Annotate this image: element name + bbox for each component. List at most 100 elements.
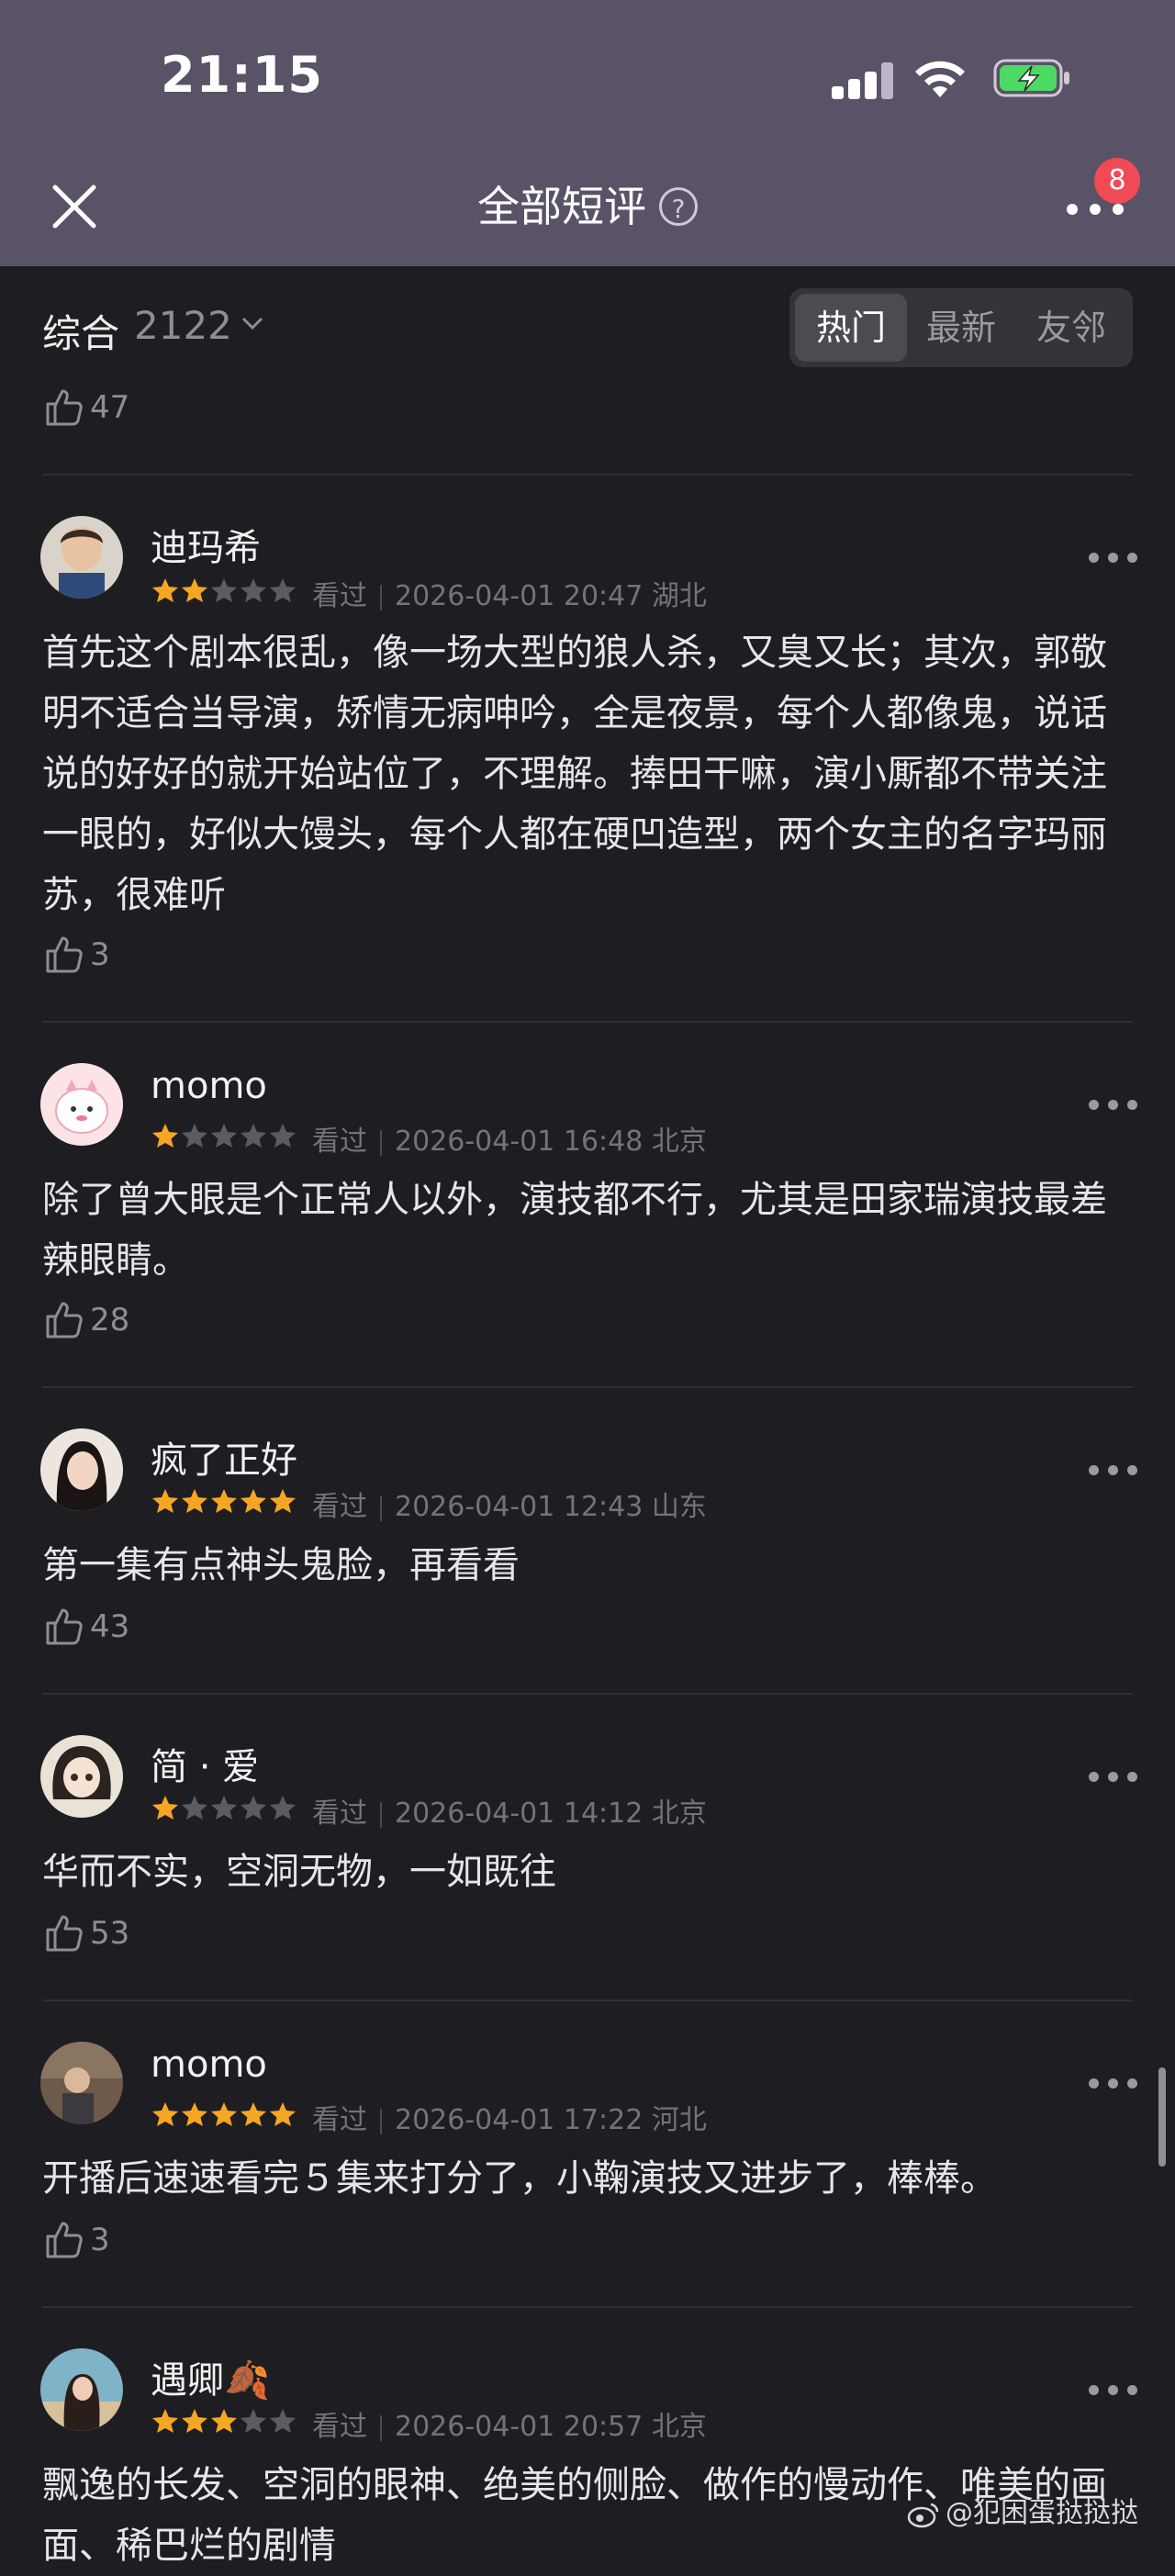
watched-status: 看过: [312, 580, 367, 612]
star-rating: [151, 2100, 297, 2128]
watched-status: 看过: [312, 1491, 367, 1523]
more-options-icon[interactable]: [1089, 2075, 1140, 2093]
like-count: 3: [90, 936, 110, 973]
avatar[interactable]: [40, 516, 123, 599]
user-name[interactable]: 简 · 爱: [151, 1737, 259, 1790]
chevron-down-icon[interactable]: [241, 314, 264, 332]
thumbs-up-icon: [46, 1608, 83, 1645]
page-title: 全部短评: [477, 182, 646, 231]
star-empty-icon: [182, 1124, 207, 1148]
avatar[interactable]: [40, 1428, 123, 1511]
review-location: 山东: [651, 1491, 707, 1523]
like-count: 53: [90, 1915, 130, 1952]
review-location: 湖北: [651, 580, 707, 612]
star-empty-icon: [241, 2409, 266, 2433]
review-meta: 看过 2026-04-01 20:47 湖北: [312, 573, 707, 613]
avatar[interactable]: [40, 2042, 123, 2124]
watermark-text: @犯困蛋挞挞挞: [946, 2497, 1138, 2529]
thumbs-up-icon: [46, 936, 83, 973]
sort-dropdown-label[interactable]: 综合: [42, 303, 119, 359]
cellular-signal-icon: [832, 61, 894, 99]
thumbs-up-icon: [46, 389, 83, 426]
more-options-icon[interactable]: [1089, 2381, 1140, 2400]
top-bar: 21:15 全部短评? 8: [0, 0, 1175, 266]
watched-status: 看过: [312, 2411, 367, 2443]
user-name[interactable]: 遇卿🍂: [151, 2350, 270, 2403]
like-button[interactable]: 3: [42, 2218, 110, 2269]
star-rating: [151, 1487, 297, 1515]
tab-latest[interactable]: 最新: [905, 294, 1017, 362]
tab-friends[interactable]: 友邻: [1015, 294, 1127, 362]
star-rating: [151, 1122, 297, 1149]
thumbs-up-icon: [46, 1915, 83, 1952]
star-filled-icon: [182, 2409, 207, 2433]
like-button[interactable]: 3: [42, 933, 110, 984]
more-options-icon[interactable]: [1089, 1096, 1140, 1114]
star-rating: [151, 577, 297, 604]
more-options-icon[interactable]: [1089, 549, 1140, 567]
watermark: @犯困蛋挞挞挞: [907, 2490, 1138, 2530]
more-options-icon[interactable]: [1089, 1462, 1140, 1480]
divider: [42, 1999, 1133, 2001]
like-button[interactable]: 47: [42, 386, 129, 437]
review-text: 首先这个剧本很乱，像一场大型的狼人杀，又臭又长；其次，郭敬明不适合当导演，矫情无…: [42, 632, 1107, 916]
user-name[interactable]: momo: [151, 2044, 267, 2086]
wifi-icon: [915, 61, 965, 97]
battery-charging-icon: [993, 59, 1069, 97]
review-text: 开播后速速看完５集来打分了，小鞠演技又进步了，棒棒。: [42, 2157, 997, 2200]
more-options-icon[interactable]: [1089, 1768, 1140, 1786]
star-filled-icon: [211, 1489, 237, 1513]
review-meta: 看过 2026-04-01 17:22 河北: [312, 2097, 707, 2137]
review-meta: 看过 2026-04-01 20:57 北京: [312, 2403, 707, 2444]
page-title-group: 全部短评?: [0, 174, 1175, 239]
review-count[interactable]: 2122: [134, 303, 232, 348]
watched-status: 看过: [312, 1126, 367, 1158]
divider: [42, 1386, 1133, 1388]
review-datetime: 2026-04-01 20:57: [395, 2411, 643, 2443]
thumbs-up-icon: [46, 2222, 83, 2258]
star-filled-icon: [182, 2102, 207, 2126]
status-time: 21:15: [161, 46, 323, 104]
star-filled-icon: [152, 1124, 178, 1148]
notification-badge: 8: [1094, 158, 1140, 204]
star-filled-icon: [152, 1489, 178, 1513]
user-name[interactable]: 迪玛希: [151, 518, 261, 571]
review-meta: 看过 2026-04-01 12:43 山东: [312, 1484, 707, 1524]
review-datetime: 2026-04-01 14:12: [395, 1798, 643, 1830]
watched-status: 看过: [312, 1798, 367, 1830]
thumbs-up-icon: [46, 1302, 83, 1338]
help-icon[interactable]: ?: [659, 187, 698, 226]
divider: [42, 2306, 1133, 2308]
review-meta: 看过 2026-04-01 14:12 北京: [312, 1790, 707, 1831]
star-filled-icon: [270, 2102, 296, 2126]
star-filled-icon: [152, 1796, 178, 1820]
star-empty-icon: [270, 578, 296, 602]
star-empty-icon: [241, 578, 266, 602]
user-name[interactable]: momo: [151, 1065, 267, 1107]
tab-hot[interactable]: 热门: [795, 294, 907, 362]
like-count: 3: [90, 2222, 110, 2258]
filter-bar: 综合 2122 热门 最新 友邻: [0, 266, 1175, 395]
review-text: 第一集有点神头鬼脸，再看看: [42, 1544, 520, 1586]
scrollbar[interactable]: [1158, 2067, 1166, 2167]
avatar[interactable]: [40, 2348, 123, 2431]
like-button[interactable]: 28: [42, 1298, 129, 1350]
review-datetime: 2026-04-01 20:47: [395, 580, 643, 612]
divider: [42, 1021, 1133, 1023]
star-filled-icon: [211, 2409, 237, 2433]
avatar[interactable]: [40, 1735, 123, 1818]
review-datetime: 2026-04-01 12:43: [395, 1491, 643, 1523]
star-filled-icon: [182, 1489, 207, 1513]
user-name[interactable]: 疯了正好: [151, 1430, 297, 1484]
review-text: 除了曾大眼是个正常人以外，演技都不行，尤其是田家瑞演技最差辣眼睛。: [42, 1179, 1107, 1282]
star-filled-icon: [152, 578, 178, 602]
avatar[interactable]: [40, 1063, 123, 1146]
star-empty-icon: [211, 578, 237, 602]
review-text: 华而不实，空洞无物，一如既往: [42, 1851, 556, 1893]
star-empty-icon: [211, 1124, 237, 1148]
review-meta: 看过 2026-04-01 16:48 北京: [312, 1118, 707, 1159]
like-button[interactable]: 53: [42, 1911, 129, 1963]
star-empty-icon: [270, 1796, 296, 1820]
like-button[interactable]: 43: [42, 1605, 129, 1656]
star-rating: [151, 2407, 297, 2435]
